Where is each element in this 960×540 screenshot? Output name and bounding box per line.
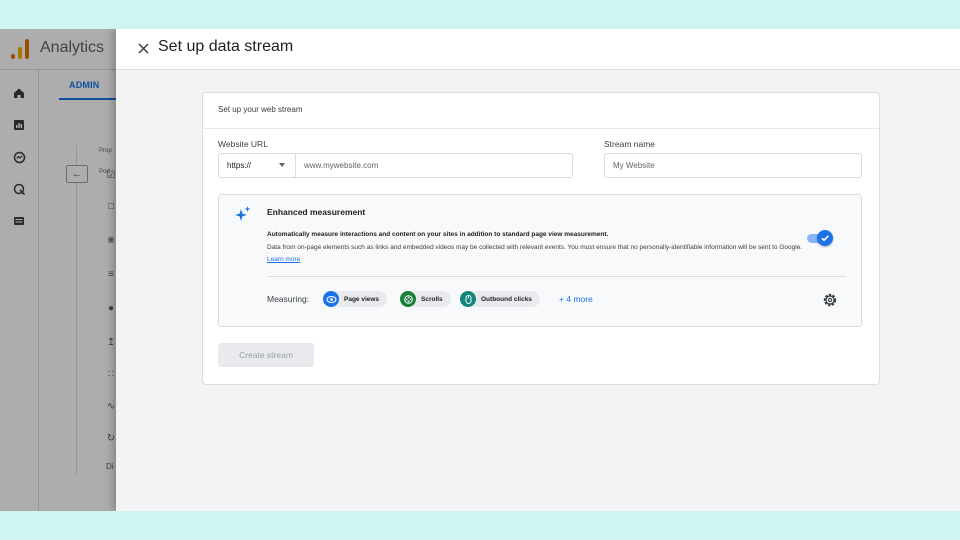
- dialog-header: Set up data stream: [116, 29, 960, 70]
- chip-label: Page views: [344, 295, 380, 303]
- enhanced-measurement-panel: Enhanced measurement Automatically measu…: [218, 194, 862, 327]
- settings-gear-icon[interactable]: [822, 292, 838, 308]
- mouse-icon: [460, 291, 476, 307]
- enhanced-measurement-summary: Automatically measure interactions and c…: [267, 231, 609, 238]
- enhanced-measurement-description: Data from on-page elements such as links…: [267, 242, 807, 266]
- chip-scrolls[interactable]: Scrolls: [400, 291, 451, 307]
- chevron-down-icon: [279, 163, 285, 167]
- chip-label: Scrolls: [421, 295, 443, 303]
- learn-more-link[interactable]: Learn more: [267, 256, 300, 263]
- measuring-label: Measuring:: [267, 294, 310, 304]
- app-window: Analytics ADMIN Prop Port ← ☑ □ ⋇ ≡ ● ↥ …: [0, 29, 960, 511]
- enhanced-measurement-title: Enhanced measurement: [267, 207, 366, 217]
- enhanced-measurement-toggle[interactable]: [807, 230, 833, 246]
- sparkle-icon: [235, 206, 251, 221]
- scroll-icon: [400, 291, 416, 307]
- description-text: Data from on-page elements such as links…: [267, 244, 803, 251]
- card-header: Set up your web stream: [203, 93, 879, 129]
- chip-label: Outbound clicks: [481, 295, 532, 303]
- setup-data-stream-dialog: Set up data stream Set up your web strea…: [116, 29, 960, 511]
- website-url-input[interactable]: [295, 153, 573, 178]
- stream-name-input[interactable]: [604, 153, 862, 178]
- more-events-link[interactable]: + 4 more: [559, 294, 593, 304]
- web-stream-card: Set up your web stream Website URL https…: [202, 92, 880, 385]
- create-stream-button[interactable]: Create stream: [218, 343, 314, 367]
- divider: [267, 276, 846, 277]
- modal-scrim: [0, 29, 116, 511]
- chip-page-views[interactable]: Page views: [323, 291, 388, 307]
- dialog-title: Set up data stream: [158, 38, 294, 55]
- eye-icon: [323, 291, 339, 307]
- protocol-select[interactable]: https://: [218, 153, 296, 178]
- card-title: Set up your web stream: [218, 105, 303, 114]
- protocol-value: https://: [227, 161, 252, 170]
- close-icon[interactable]: [134, 39, 152, 57]
- chip-outbound-clicks[interactable]: Outbound clicks: [460, 291, 540, 307]
- website-url-label: Website URL: [218, 139, 268, 149]
- check-icon: [817, 230, 833, 246]
- stream-name-label: Stream name: [604, 139, 656, 149]
